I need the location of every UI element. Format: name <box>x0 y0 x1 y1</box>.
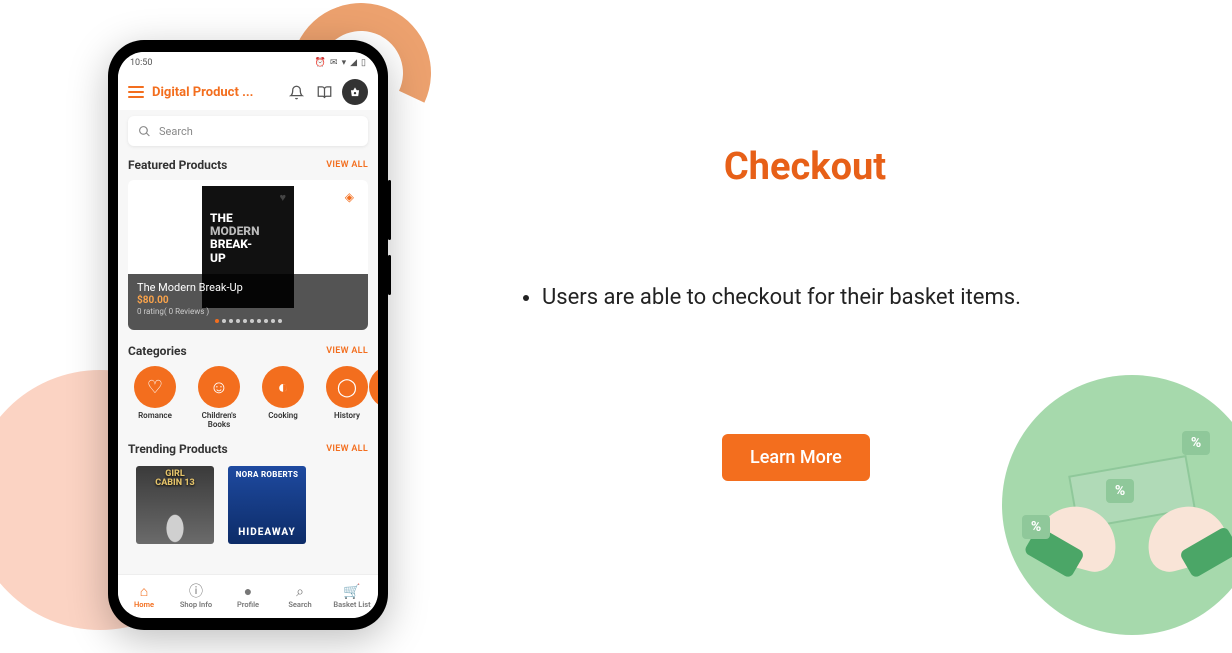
status-icons: ⏰ ✉ ▾ ◢ ▯ <box>315 58 366 68</box>
nav-profile[interactable]: ● Profile <box>222 575 274 618</box>
diamond-icon: ◈ <box>345 190 354 204</box>
basket-button[interactable] <box>342 79 368 105</box>
bottom-nav: ⌂ Home ⓘ Shop Info ● Profile ⌕ Search 🛒 … <box>118 574 378 618</box>
home-icon: ⌂ <box>140 585 148 599</box>
featured-card[interactable]: ♥ THE MODERN BREAK- UP ◈ The Modern Brea… <box>128 180 368 330</box>
featured-section: Featured Products VIEW ALL <box>118 152 378 180</box>
page-heading: Checkout <box>490 145 1120 189</box>
category-romance[interactable]: ♡ Romance <box>128 366 182 430</box>
profile-icon: ● <box>244 585 252 599</box>
status-time: 10:50 <box>130 58 152 68</box>
featured-product-price: $80.00 <box>137 295 359 306</box>
trending-title: Trending Products <box>128 442 228 456</box>
trending-item[interactable]: GIRLCABIN 13 <box>136 466 214 544</box>
mail-icon: ✉ <box>330 58 338 68</box>
carousel-dots <box>137 319 359 323</box>
globe-icon: ◯ <box>326 366 368 408</box>
app-header: Digital Product ... <box>118 74 378 110</box>
featured-product-review: 0 rating( 0 Reviews ) <box>137 307 359 316</box>
feature-list: Users are able to checkout for their bas… <box>490 281 1120 314</box>
heart-icon: ♥ <box>279 192 286 204</box>
trending-section: Trending Products VIEW ALL <box>118 436 378 464</box>
nav-search[interactable]: ⌕ Search <box>274 575 326 618</box>
trending-item[interactable]: NORA ROBERTS HIDEAWAY <box>228 466 306 544</box>
phone-screen: 10:50 ⏰ ✉ ▾ ◢ ▯ Digital Product ... <box>118 52 378 618</box>
status-bar: 10:50 ⏰ ✉ ▾ ◢ ▯ <box>118 52 378 74</box>
cart-icon: 🛒 <box>343 585 360 599</box>
battery-icon: ▯ <box>361 58 366 68</box>
categories-view-all[interactable]: VIEW ALL <box>326 346 368 356</box>
phone-mockup: 10:50 ⏰ ✉ ▾ ◢ ▯ Digital Product ... <box>108 40 388 630</box>
app-title: Digital Product ... <box>152 85 278 100</box>
info-icon: ⓘ <box>189 585 203 599</box>
category-childrens[interactable]: ☺ Children's Books <box>192 366 246 430</box>
book-cover-girl-cabin: GIRLCABIN 13 <box>136 466 214 544</box>
featured-overlay: The Modern Break-Up $80.00 0 rating( 0 R… <box>128 274 368 330</box>
category-history[interactable]: ◯ History <box>320 366 374 430</box>
nav-shop-info[interactable]: ⓘ Shop Info <box>170 575 222 618</box>
notification-icon[interactable] <box>286 82 306 102</box>
categories-section: Categories VIEW ALL <box>118 338 378 366</box>
book-cover-hideaway: NORA ROBERTS HIDEAWAY <box>228 466 306 544</box>
romance-icon: ♡ <box>134 366 176 408</box>
alarm-icon: ⏰ <box>315 58 326 68</box>
search-icon: ⌕ <box>296 585 304 599</box>
category-cooking[interactable]: ◐ Cooking <box>256 366 310 430</box>
book-icon[interactable] <box>314 82 334 102</box>
featured-product-title: The Modern Break-Up <box>137 281 359 294</box>
search-placeholder: Search <box>159 125 193 138</box>
categories-title: Categories <box>128 344 187 358</box>
menu-button[interactable] <box>128 86 144 98</box>
feature-item: Users are able to checkout for their bas… <box>542 281 1120 314</box>
trending-view-all[interactable]: VIEW ALL <box>326 444 368 454</box>
child-icon: ☺ <box>198 366 240 408</box>
categories-row: ♡ Romance ☺ Children's Books ◐ Cooking ◯… <box>118 366 378 430</box>
search-icon <box>138 125 151 138</box>
wifi-icon: ▾ <box>342 58 347 68</box>
nav-basket[interactable]: 🛒 Basket List <box>326 575 378 618</box>
learn-more-button[interactable]: Learn More <box>722 434 870 481</box>
nav-home[interactable]: ⌂ Home <box>118 575 170 618</box>
featured-title: Featured Products <box>128 158 227 172</box>
search-input[interactable]: Search <box>128 116 368 146</box>
signal-icon: ◢ <box>350 58 357 68</box>
cooking-icon: ◐ <box>262 366 304 408</box>
featured-view-all[interactable]: VIEW ALL <box>326 160 368 170</box>
trending-row: GIRLCABIN 13 NORA ROBERTS HIDEAWAY <box>118 464 378 544</box>
